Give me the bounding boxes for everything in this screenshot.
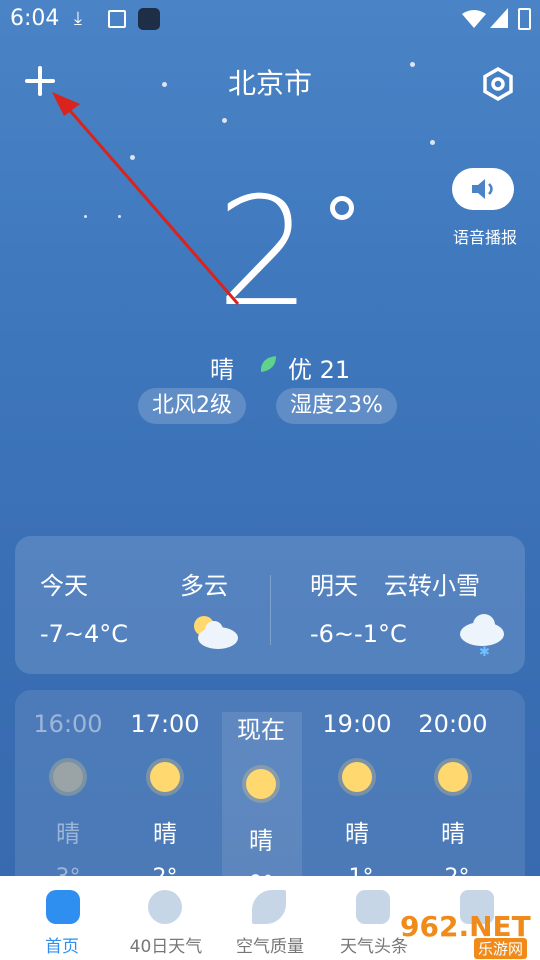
star-decoration: [222, 118, 227, 123]
today-label: 今天: [40, 572, 88, 600]
today-range: -7~4°C: [40, 620, 129, 648]
nav-40day[interactable]: 40日天气: [112, 876, 220, 960]
sun-icon: [150, 762, 180, 792]
sun-icon: [246, 769, 276, 799]
settings-icon[interactable]: [480, 66, 516, 102]
leaf-icon: [260, 356, 276, 372]
light-snow-icon: ✱: [460, 614, 504, 658]
star-decoration: [118, 215, 121, 218]
hourly-condition: 晴: [153, 820, 177, 848]
nav-air-quality[interactable]: 空气质量: [216, 876, 324, 960]
partly-cloudy-icon: [194, 616, 238, 649]
download-icon: ⤓: [74, 8, 82, 29]
voice-broadcast-label: 语音播报: [452, 228, 517, 247]
star-decoration: [410, 62, 415, 67]
nav-home[interactable]: 首页: [8, 876, 116, 960]
current-temperature: 2: [216, 166, 311, 340]
star-decoration: [84, 215, 87, 218]
cloud-icon: [148, 890, 182, 924]
nav-40day-label: 40日天气: [129, 937, 203, 957]
watermark-subtitle: 乐游网: [474, 938, 528, 959]
status-time: 6:04: [10, 6, 60, 31]
battery-icon: [518, 8, 531, 30]
hourly-time: 16:00: [33, 710, 103, 738]
hourly-condition: 晴: [56, 820, 80, 848]
voice-broadcast-button[interactable]: 语音播报: [450, 168, 517, 247]
city-title[interactable]: 北京市: [0, 62, 540, 102]
hourly-time: 17:00: [130, 710, 200, 738]
weather-condition: 晴: [210, 356, 234, 384]
news-icon: [356, 890, 390, 924]
tomorrow-label: 明天: [310, 572, 358, 600]
hourly-condition: 晴: [249, 827, 273, 855]
star-decoration: [430, 140, 435, 145]
hourly-item: 19:00晴-1°: [309, 710, 405, 890]
watermark: 962.NET 乐游网: [400, 900, 540, 960]
sun-icon: [438, 762, 468, 792]
tomorrow-condition: 云转小雪: [384, 572, 480, 600]
sun-icon: [342, 762, 372, 792]
wind-badge: 北风2级: [138, 388, 246, 424]
signal-icon: [490, 8, 508, 28]
svg-text:✱: ✱: [479, 645, 490, 658]
tomorrow-range: -6~-1°C: [310, 620, 407, 648]
home-icon: [46, 890, 80, 924]
notification-icon: [108, 10, 126, 28]
hourly-item: 现在晴0°: [213, 710, 309, 897]
hourly-condition: 晴: [441, 820, 465, 848]
card-divider: [270, 575, 271, 645]
degree-symbol: [330, 196, 354, 220]
star-decoration: [130, 155, 135, 160]
today-condition: 多云: [180, 572, 228, 600]
hourly-item: 20:00晴-2°: [405, 710, 501, 890]
hourly-time: 20:00: [418, 710, 488, 738]
speaker-icon: [472, 179, 493, 199]
app-notification-icon: [138, 8, 160, 30]
nav-home-label: 首页: [45, 937, 79, 957]
sun-icon: [53, 762, 83, 792]
star-decoration: [162, 82, 167, 87]
hourly-item: 16:00晴3°: [20, 710, 116, 890]
wifi-icon: [462, 10, 486, 28]
aqi-value[interactable]: 优 21: [288, 350, 350, 385]
hourly-condition: 晴: [345, 820, 369, 848]
hourly-item: 17:00晴2°: [117, 710, 213, 890]
hourly-time: 19:00: [322, 710, 392, 738]
nav-air-quality-label: 空气质量: [236, 937, 304, 957]
leaf-nav-icon: [252, 890, 286, 924]
hourly-time: 现在: [237, 716, 285, 744]
voice-bubble: [452, 168, 514, 210]
status-bar: 6:04 ⤓: [0, 0, 540, 36]
humidity-badge: 湿度23%: [276, 388, 397, 424]
